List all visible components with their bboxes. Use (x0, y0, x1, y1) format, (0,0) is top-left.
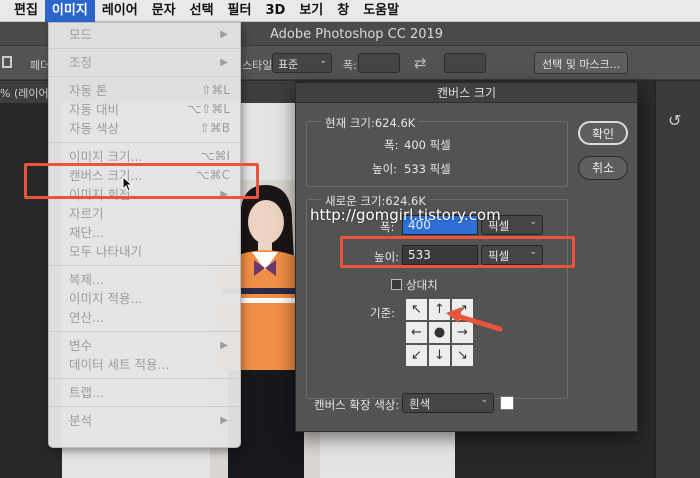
image-menu-item-label: 자동 톤 (69, 83, 108, 98)
image-menu-item[interactable]: 자동 색상 ⇧⌘B (49, 119, 240, 138)
image-menu-item[interactable]: 트랩... (49, 383, 240, 402)
image-menu-item-label: 자동 대비 (69, 102, 119, 117)
menu-separator (49, 406, 240, 407)
image-menu-item[interactable]: 조정 ▶ (49, 53, 240, 72)
extension-color-label: 캔버스 확장 색상: (314, 398, 400, 412)
image-menu-item[interactable]: 모두 나타내기 (49, 242, 240, 261)
anchor-cell[interactable]: ← (405, 321, 428, 344)
style-label: 스타일: (242, 59, 277, 72)
image-menu-item[interactable]: 복제... (49, 270, 240, 289)
image-menu: 모드 ▶ 조정 ▶ 자동 톤 ⇧⌘L 자동 대비 ⌥⇧⌘L 자동 색상 ⇧⌘B 이미지 크기... ⌥… (48, 22, 241, 448)
style-select[interactable]: 표준 ⌄ (272, 53, 332, 73)
menu-separator (49, 331, 240, 332)
image-menu-item-label: 분석 (69, 413, 93, 428)
chevron-down-icon: ⌄ (529, 217, 537, 227)
cancel-button[interactable]: 취소 (578, 156, 628, 180)
current-size-label: 현재 크기:624.6K (322, 115, 419, 131)
width-label: 폭: (343, 59, 357, 72)
shortcut-text: ⇧⌘B (199, 121, 230, 135)
highlight-height-row (340, 236, 575, 268)
image-menu-item[interactable]: 모드 ▶ (49, 25, 240, 44)
chevron-down-icon: ⌄ (319, 56, 327, 66)
image-menu-item-label: 재단... (69, 225, 104, 240)
menu-separator (49, 48, 240, 49)
image-menu-item[interactable]: 자르기 (49, 204, 240, 223)
image-menu-item[interactable]: 데이터 세트 적용... (49, 355, 240, 374)
image-menu-item[interactable]: 변수 ▶ (49, 336, 240, 355)
submenu-arrow-icon: ▶ (220, 57, 228, 68)
image-menu-item[interactable]: 분석 ▶ (49, 411, 240, 430)
menu-3[interactable]: 문자 (145, 0, 183, 22)
anchor-cell[interactable]: ↘ (451, 344, 474, 367)
anchor-label: 기준: (370, 306, 396, 320)
image-menu-item-label: 연산... (69, 310, 104, 325)
annotation-arrow (446, 307, 503, 332)
image-menu-item-label: 모두 나타내기 (69, 244, 142, 259)
image-menu-item-label: 복제... (69, 272, 104, 287)
extension-color-select[interactable]: 흰색 ⌄ (402, 393, 494, 413)
image-menu-item[interactable]: 이미지 적용... (49, 289, 240, 308)
submenu-arrow-icon: ▶ (220, 29, 228, 40)
menu-6[interactable]: 3D (258, 0, 292, 22)
image-menu-item-label: 변수 (69, 338, 93, 353)
image-menu-item-label: 데이터 세트 적용... (69, 357, 170, 372)
menu-9[interactable]: 도움말 (356, 0, 406, 22)
menu-5[interactable]: 필터 (221, 0, 259, 22)
width-input[interactable] (358, 53, 400, 73)
menu-separator (49, 378, 240, 379)
tool-preset-icon[interactable] (2, 56, 12, 68)
shortcut-text: ⇧⌘L (201, 83, 230, 97)
submenu-arrow-icon: ▶ (220, 415, 228, 426)
image-menu-item[interactable]: 연산... (49, 308, 240, 327)
watermark-text: http://gomgirl.tistory.com (310, 206, 501, 224)
image-menu-item[interactable]: 재단... (49, 223, 240, 242)
document-tab[interactable]: % (레이어 (0, 85, 49, 101)
menu-7[interactable]: 보기 (292, 0, 330, 22)
chevron-down-icon: ⌄ (480, 395, 488, 405)
relative-label: 상대치 (406, 278, 438, 292)
menu-8[interactable]: 창 (330, 0, 356, 22)
mouse-cursor-icon (122, 176, 134, 192)
history-icon[interactable]: ↺ (668, 111, 690, 133)
menu-0[interactable]: 편집 (0, 0, 45, 22)
swap-icon[interactable]: ⇄ (414, 54, 427, 72)
current-width-label: 폭: (384, 138, 399, 152)
current-height-value: 533 픽셀 (404, 162, 451, 176)
submenu-arrow-icon: ▶ (220, 340, 228, 351)
anchor-cell[interactable]: ↖ (405, 298, 428, 321)
menu-separator (49, 265, 240, 266)
select-and-mask-button[interactable]: 선택 및 마스크... (534, 52, 629, 74)
image-menu-item-label: 이미지 적용... (69, 291, 143, 306)
right-panel-dock: ↺ (655, 81, 700, 478)
extension-color-swatch[interactable] (500, 396, 514, 410)
image-menu-item-label: 자동 색상 (69, 121, 119, 136)
menu-1[interactable]: 이미지 (44, 0, 95, 22)
current-width-value: 400 픽셀 (404, 138, 451, 152)
ok-button[interactable]: 확인 (578, 121, 628, 145)
anchor-cell[interactable]: ↙ (405, 344, 428, 367)
image-menu-item[interactable]: 자동 대비 ⌥⇧⌘L (49, 100, 240, 119)
menu-2[interactable]: 레이어 (95, 0, 145, 22)
image-menu-item-label: 모드 (69, 27, 93, 42)
image-menu-item-label: 이미지 크기... (69, 149, 143, 164)
app-title: Adobe Photoshop CC 2019 (270, 27, 444, 42)
relative-checkbox[interactable] (391, 279, 402, 290)
image-menu-item-label: 조정 (69, 55, 93, 70)
menu-separator (49, 76, 240, 77)
image-menu-item[interactable]: 자동 톤 ⇧⌘L (49, 81, 240, 100)
menu-bar: 편집 이미지 레이어 문자 선택 필터 3D 보기 창 도움말 (0, 0, 700, 22)
menu-separator (49, 142, 240, 143)
image-menu-item-label: 트랩... (69, 385, 104, 400)
highlight-canvas-size-menu-item (24, 163, 259, 199)
shortcut-text: ⌥⇧⌘L (187, 102, 230, 116)
anchor-cell[interactable]: ↓ (428, 344, 451, 367)
height-input[interactable] (444, 53, 486, 73)
current-height-label: 높이: (372, 162, 398, 176)
menu-4[interactable]: 선택 (183, 0, 221, 22)
image-menu-item-label: 자르기 (69, 206, 104, 221)
dialog-title: 캔버스 크기 (296, 83, 637, 103)
